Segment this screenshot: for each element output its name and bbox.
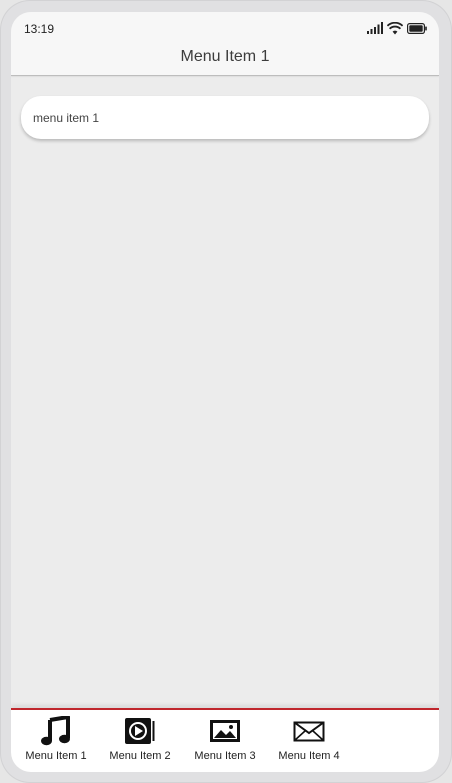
nav-label: Menu Item 3: [194, 750, 256, 762]
content-area: menu item 1: [11, 76, 439, 708]
nav-item-menu-item-1[interactable]: Menu Item 1: [13, 716, 99, 768]
status-time: 13:19: [24, 22, 55, 36]
envelope-icon: [293, 721, 325, 742]
list-item[interactable]: menu item 1: [21, 96, 429, 139]
nav-item-menu-item-3[interactable]: Menu Item 3: [182, 716, 268, 768]
battery-icon: [407, 22, 427, 34]
device-frame: 13:19 Menu Item 1 menu item 1 Menu Item …: [0, 0, 452, 783]
status-icons: [367, 21, 427, 35]
music-note-icon: [41, 716, 70, 746]
video-icon: [125, 718, 155, 744]
nav-label: Menu Item 1: [25, 750, 87, 762]
status-bar: 13:19: [11, 12, 439, 44]
signal-icon: [367, 22, 383, 34]
image-icon: [210, 720, 240, 742]
app-bar: Menu Item 1: [11, 44, 439, 76]
screen: 13:19 Menu Item 1 menu item 1 Menu Item …: [11, 12, 439, 772]
nav-item-menu-item-2[interactable]: Menu Item 2: [97, 716, 183, 768]
page-title: Menu Item 1: [180, 48, 270, 65]
nav-label: Menu Item 2: [109, 750, 171, 762]
bottom-nav: Menu Item 1 Menu Item 2 Menu Item 3 Menu…: [11, 708, 439, 772]
nav-item-menu-item-4[interactable]: Menu Item 4: [266, 716, 352, 768]
list-item-label: menu item 1: [33, 110, 100, 125]
nav-label: Menu Item 4: [278, 750, 340, 762]
wifi-icon: [387, 21, 403, 34]
